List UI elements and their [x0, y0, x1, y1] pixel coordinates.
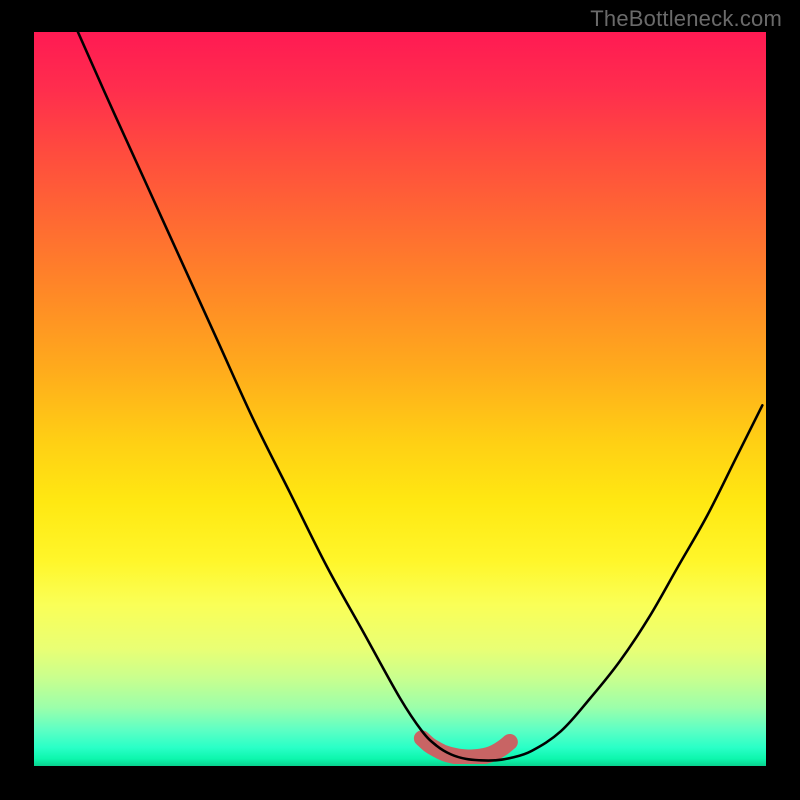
bottom-band-path [422, 738, 510, 757]
watermark-text: TheBottleneck.com [590, 6, 782, 32]
chart-svg [34, 32, 766, 764]
curve-path [78, 32, 762, 761]
plot-area [34, 32, 766, 766]
